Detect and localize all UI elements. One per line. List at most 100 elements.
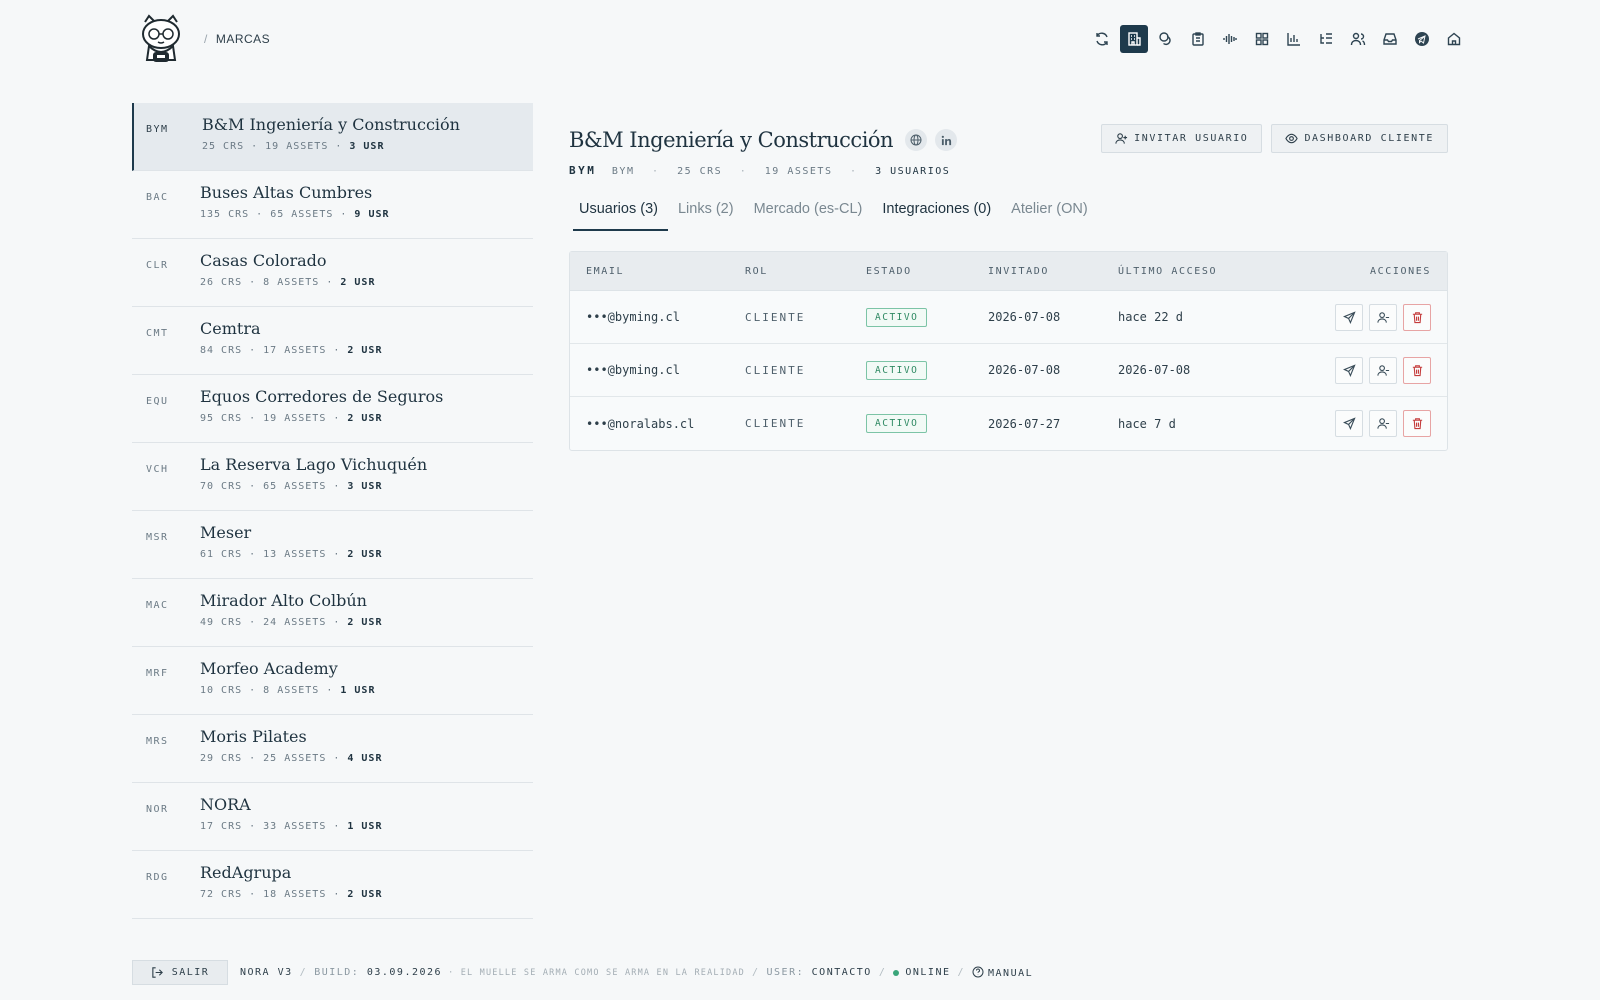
brand-detail: B&M Ingeniería y Construcción INVITAR US… bbox=[569, 120, 1448, 451]
brand-item-meta: 70 CRS · 65 ASSETS · 3 USR bbox=[200, 481, 383, 492]
footer: SALIR NORA V3 / BUILD: 03.09.2026 · EL M… bbox=[132, 960, 1033, 985]
brand-list-item[interactable]: RDG RedAgrupa 72 CRS · 18 ASSETS · 2 USR bbox=[132, 851, 533, 919]
brand-item-usr: 3 USR bbox=[347, 481, 383, 492]
tagline: · EL MUELLE SE ARMA COMO SE ARMA EN LA R… bbox=[448, 967, 745, 978]
users-icon[interactable] bbox=[1344, 25, 1372, 53]
brand-item-assets: 19 ASSETS bbox=[265, 141, 329, 152]
brand-item-crs: 17 CRS bbox=[200, 821, 243, 832]
row-actions bbox=[1308, 356, 1447, 384]
grid-icon[interactable] bbox=[1248, 25, 1276, 53]
row-rol: CLIENTE bbox=[745, 417, 806, 430]
row-invitado: 2026-07-08 bbox=[988, 310, 1061, 324]
tab-links[interactable]: Links (2) bbox=[668, 201, 744, 231]
brand-list-item[interactable]: MAC Mirador Alto Colbún 49 CRS · 24 ASSETS · 2… bbox=[132, 579, 533, 647]
brand-item-usr: 2 USR bbox=[340, 277, 376, 288]
brand-list-item[interactable]: MSR Meser 61 CRS · 13 ASSETS · 2 USR bbox=[132, 511, 533, 579]
bar-chart-icon[interactable] bbox=[1280, 25, 1308, 53]
brand-code: BYM bbox=[569, 164, 597, 177]
brand-item-crs: 61 CRS bbox=[200, 549, 243, 560]
brand-item-assets: 13 ASSETS bbox=[263, 549, 327, 560]
status-badge: ACTIVO bbox=[866, 307, 928, 327]
brand-item-meta: 25 CRS · 19 ASSETS · 3 USR bbox=[202, 141, 385, 152]
row-ultimo-acceso: 2026-07-08 bbox=[1118, 363, 1191, 377]
tab-usuarios[interactable]: Usuarios (3) bbox=[569, 201, 668, 231]
change-role-button[interactable] bbox=[1369, 410, 1397, 437]
breadcrumb-current: MARCAS bbox=[215, 32, 271, 46]
logout-button[interactable]: SALIR bbox=[132, 960, 228, 985]
resend-invite-button[interactable] bbox=[1335, 410, 1363, 437]
online-status-dot bbox=[893, 969, 900, 976]
brand-item-assets: 18 ASSETS bbox=[263, 889, 327, 900]
brand-item-crs: 26 CRS bbox=[200, 277, 243, 288]
cat-logo-icon[interactable] bbox=[137, 14, 185, 68]
header-ultimo-acceso: ÚLTIMO ACCESO bbox=[1118, 265, 1218, 277]
tab-integraciones[interactable]: Integraciones (0) bbox=[872, 201, 1001, 231]
brand-item-code: EQU bbox=[146, 396, 169, 407]
dashboard-client-button[interactable]: DASHBOARD CLIENTE bbox=[1271, 124, 1448, 153]
brand-item-assets: 65 ASSETS bbox=[263, 481, 327, 492]
globe-icon[interactable] bbox=[905, 129, 928, 151]
tab-atelier[interactable]: Atelier (ON) bbox=[1001, 201, 1098, 231]
trash-icon bbox=[1411, 311, 1424, 324]
brand-list-item[interactable]: MRS Moris Pilates 29 CRS · 25 ASSETS · 4 USR bbox=[132, 715, 533, 783]
brand-list-item[interactable]: BYM B&M Ingeniería y Construcción 25 CRS · 1… bbox=[132, 103, 533, 171]
brand-list-item[interactable]: VCH La Reserva Lago Vichuquén 70 CRS · 65 AS… bbox=[132, 443, 533, 511]
row-email: •••@byming.cl bbox=[586, 363, 680, 377]
brand-item-crs: 84 CRS bbox=[200, 345, 243, 356]
row-actions bbox=[1308, 303, 1447, 331]
brand-item-name: Mirador Alto Colbún bbox=[200, 591, 367, 610]
table-row: •••@byming.cl CLIENTE ACTIVO 2026-07-08 2026… bbox=[570, 344, 1447, 397]
change-role-button[interactable] bbox=[1369, 356, 1397, 384]
brand-list-item[interactable]: CMT Cemtra 84 CRS · 17 ASSETS · 2 USR bbox=[132, 307, 533, 375]
resend-invite-button[interactable] bbox=[1335, 303, 1363, 331]
brand-item-assets: 19 ASSETS bbox=[263, 413, 327, 424]
build-label: BUILD: bbox=[314, 967, 360, 978]
list-tree-icon[interactable] bbox=[1312, 25, 1340, 53]
brand-crs: 25 CRS bbox=[677, 166, 723, 177]
table-header: EMAIL ROL ESTADO INVITADO ÚLTIMO ACCESO … bbox=[570, 252, 1447, 291]
telegram-icon[interactable] bbox=[1408, 25, 1436, 53]
brand-item-name: Buses Altas Cumbres bbox=[200, 183, 373, 202]
brand-item-usr: 2 USR bbox=[347, 549, 383, 560]
brand-list-item[interactable]: CLR Casas Colorado 26 CRS · 8 ASSETS · 2 USR bbox=[132, 239, 533, 307]
delete-user-button[interactable] bbox=[1403, 356, 1431, 384]
delete-user-button[interactable] bbox=[1403, 303, 1431, 331]
inbox-icon[interactable] bbox=[1376, 25, 1404, 53]
brand-list-item[interactable]: BAC Buses Altas Cumbres 135 CRS · 65 ASSETS ·… bbox=[132, 171, 533, 239]
brand-summary: BYM BYM · 25 CRS · 19 ASSETS · 3 USUARIO… bbox=[569, 164, 951, 177]
brand-item-usr: 1 USR bbox=[340, 685, 376, 696]
invite-user-button[interactable]: INVITAR USUARIO bbox=[1101, 124, 1263, 153]
brand-item-crs: 70 CRS bbox=[200, 481, 243, 492]
header-invitado: INVITADO bbox=[988, 265, 1049, 277]
brand-subcode: BYM bbox=[611, 166, 635, 177]
brand-item-usr: 4 USR bbox=[347, 753, 383, 764]
clipboard-icon[interactable] bbox=[1184, 25, 1212, 53]
brand-item-crs: 135 CRS bbox=[200, 209, 250, 220]
delete-user-button[interactable] bbox=[1403, 410, 1431, 437]
online-status: ONLINE bbox=[905, 967, 951, 978]
table-row: •••@noralabs.cl CLIENTE ACTIVO 2026-07-27 ha… bbox=[570, 397, 1447, 450]
tab-mercado[interactable]: Mercado (es-CL) bbox=[744, 201, 873, 231]
brand-list-item[interactable]: MRF Morfeo Academy 10 CRS · 8 ASSETS · 1 USR bbox=[132, 647, 533, 715]
header-email: EMAIL bbox=[586, 265, 625, 277]
invite-user-label: INVITAR USUARIO bbox=[1134, 133, 1249, 144]
brand-item-name: B&M Ingeniería y Construcción bbox=[202, 115, 460, 134]
linkedin-icon[interactable] bbox=[935, 129, 958, 151]
audio-wave-icon[interactable] bbox=[1216, 25, 1244, 53]
brand-list-item[interactable]: EQU Equos Corredores de Seguros 95 CRS · 19 … bbox=[132, 375, 533, 443]
brand-item-name: RedAgrupa bbox=[200, 863, 292, 882]
status-badge: ACTIVO bbox=[866, 360, 928, 380]
refresh-icon[interactable] bbox=[1088, 25, 1116, 53]
brand-item-meta: 84 CRS · 17 ASSETS · 2 USR bbox=[200, 345, 383, 356]
manual-label: MANUAL bbox=[988, 968, 1034, 979]
brand-item-assets: 8 ASSETS bbox=[263, 277, 320, 288]
change-role-button[interactable] bbox=[1369, 303, 1397, 331]
top-bar: / MARCAS bbox=[133, 10, 1468, 70]
building-icon[interactable] bbox=[1120, 25, 1148, 53]
brand-list-item[interactable]: NOR NORA 17 CRS · 33 ASSETS · 1 USR bbox=[132, 783, 533, 851]
resend-invite-button[interactable] bbox=[1335, 356, 1363, 384]
home-icon[interactable] bbox=[1440, 25, 1468, 53]
coins-icon[interactable] bbox=[1152, 25, 1180, 53]
manual-link[interactable]: MANUAL bbox=[972, 966, 1033, 979]
brand-item-assets: 24 ASSETS bbox=[263, 617, 327, 628]
